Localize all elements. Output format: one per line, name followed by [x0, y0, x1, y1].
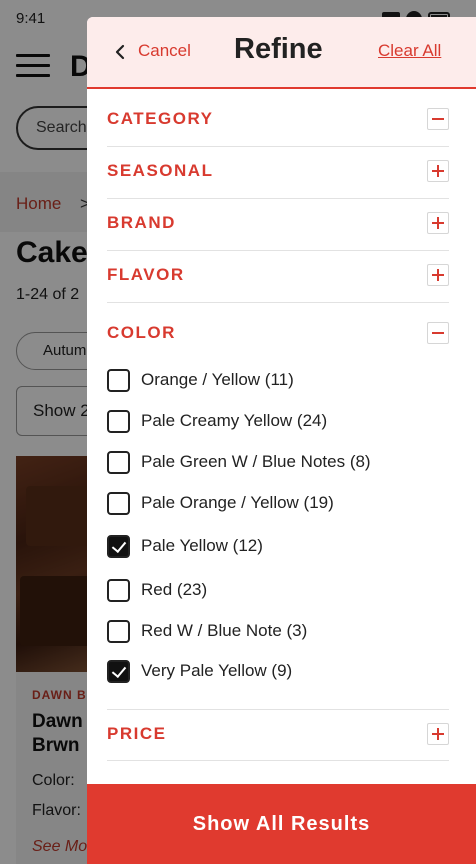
color-option[interactable]: Orange / Yellow (11)	[107, 366, 437, 396]
option-label[interactable]: Pale Green W / Blue Notes (8)	[141, 452, 371, 472]
checkbox-checked[interactable]	[107, 535, 130, 558]
color-option[interactable]: Pale Yellow (12)	[107, 532, 437, 562]
section-category[interactable]: CATEGORY	[107, 95, 449, 147]
color-option[interactable]: Pale Green W / Blue Notes (8)	[107, 448, 437, 478]
checkbox[interactable]	[107, 451, 130, 474]
checkbox[interactable]	[107, 369, 130, 392]
expand-icon[interactable]	[427, 160, 449, 182]
show-all-results-button[interactable]: Show All Results	[87, 784, 476, 864]
section-label: SEASONAL	[107, 161, 214, 180]
color-option[interactable]: Very Pale Yellow (9)	[107, 657, 437, 687]
option-label[interactable]: Red W / Blue Note (3)	[141, 621, 307, 641]
section-label: COLOR	[107, 323, 176, 342]
section-label: FLAVOR	[107, 265, 185, 284]
option-label[interactable]: Pale Creamy Yellow (24)	[141, 411, 327, 431]
collapse-icon[interactable]	[427, 322, 449, 344]
checkbox[interactable]	[107, 492, 130, 515]
section-label: PRICE	[107, 724, 167, 743]
option-label[interactable]: Red (23)	[141, 580, 207, 600]
section-price[interactable]: PRICE	[107, 709, 449, 761]
option-label[interactable]: Very Pale Yellow (9)	[141, 661, 292, 681]
section-brand[interactable]: BRAND	[107, 199, 449, 251]
color-option[interactable]: Pale Orange / Yellow (19)	[107, 489, 437, 519]
drawer-header: Cancel Refine Clear All	[87, 17, 476, 89]
section-seasonal[interactable]: SEASONAL	[107, 147, 449, 199]
expand-icon[interactable]	[427, 212, 449, 234]
color-option[interactable]: Red (23)	[107, 576, 437, 606]
section-label: BRAND	[107, 213, 176, 232]
checkbox[interactable]	[107, 410, 130, 433]
refine-drawer: Cancel Refine Clear All CATEGORY SEASONA…	[87, 17, 476, 864]
collapse-icon[interactable]	[427, 108, 449, 130]
expand-icon[interactable]	[427, 264, 449, 286]
section-label: CATEGORY	[107, 109, 214, 128]
checkbox[interactable]	[107, 579, 130, 602]
option-label[interactable]: Pale Orange / Yellow (19)	[141, 493, 334, 513]
cancel-button[interactable]: Cancel	[138, 41, 191, 61]
color-option[interactable]: Pale Creamy Yellow (24)	[107, 407, 437, 437]
option-label[interactable]: Orange / Yellow (11)	[141, 370, 294, 390]
checkbox-checked[interactable]	[107, 660, 130, 683]
clear-all-button[interactable]: Clear All	[378, 41, 441, 61]
drawer-title: Refine	[234, 33, 323, 65]
section-color[interactable]: COLOR	[107, 309, 449, 361]
section-flavor[interactable]: FLAVOR	[107, 251, 449, 303]
checkbox[interactable]	[107, 620, 130, 643]
option-label[interactable]: Pale Yellow (12)	[141, 536, 263, 556]
chevron-left-icon[interactable]	[115, 44, 125, 60]
color-option[interactable]: Red W / Blue Note (3)	[107, 617, 437, 647]
expand-icon[interactable]	[427, 723, 449, 745]
